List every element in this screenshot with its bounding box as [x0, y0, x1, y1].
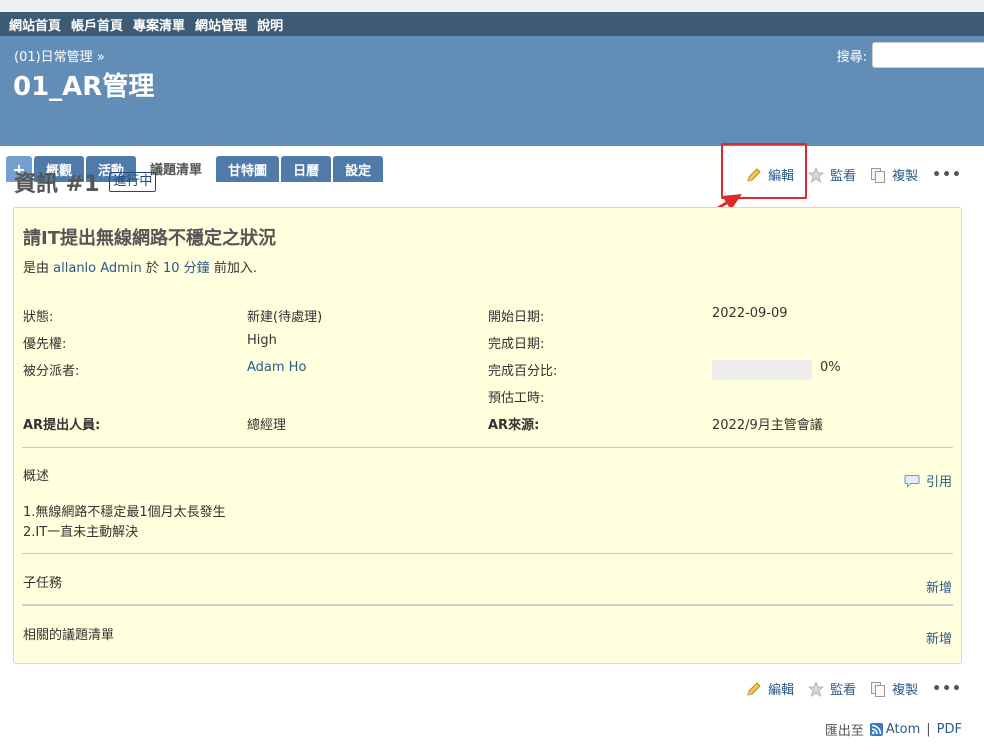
author-suffix: 前加入.: [213, 261, 257, 276]
divider: [22, 553, 953, 554]
relations-title: 相關的議題清單: [23, 628, 115, 643]
watch-button[interactable]: 監看: [808, 165, 856, 184]
divider: [22, 604, 953, 606]
start-date-label: 開始日期:: [488, 310, 545, 325]
copy-icon: [871, 681, 886, 697]
description-title: 概述: [23, 469, 50, 484]
top-menu: 網站首頁 帳戶首頁 專案清單 網站管理 說明: [0, 12, 984, 36]
export-label: 匯出至: [824, 724, 864, 739]
issue-title: 資訊 #1: [14, 172, 100, 197]
issue-actions-bottom: 編輯 監看 複製 •••: [732, 679, 962, 698]
ar-person-value: 總經理: [247, 418, 287, 433]
star-icon: [808, 680, 825, 697]
top-menu-projects[interactable]: 專案清單: [133, 15, 185, 34]
edit-button[interactable]: 編輯: [746, 679, 794, 698]
tab-settings[interactable]: 設定: [333, 156, 384, 182]
pencil-icon: [747, 681, 761, 696]
add-subtask-link[interactable]: 新增: [926, 577, 952, 596]
author-mid: 於: [145, 261, 159, 276]
created-time-link[interactable]: 10 分鐘: [163, 261, 210, 276]
more-actions-button[interactable]: •••: [932, 167, 962, 183]
assignee-label: 被分派者:: [23, 364, 80, 379]
separator: |: [926, 722, 931, 737]
top-menu-help[interactable]: 說明: [257, 15, 283, 34]
copy-icon: [871, 167, 886, 183]
author-line: 是由 allanlo Admin 於 10 分鐘 前加入.: [23, 257, 257, 276]
pdf-export-link[interactable]: PDF: [937, 722, 962, 737]
watch-label: 監看: [830, 169, 857, 184]
export-links: 匯出至 Atom | PDF: [825, 720, 962, 739]
search-input[interactable]: [872, 42, 984, 68]
ar-source-value: 2022/9月主管會議: [712, 418, 823, 433]
issue-heading: 資訊 #1 進行中: [14, 166, 157, 198]
top-menu-home[interactable]: 網站首頁: [9, 15, 61, 34]
edit-label: 編輯: [768, 683, 795, 698]
copy-label: 複製: [892, 683, 919, 698]
ar-source-label: AR來源:: [488, 418, 540, 433]
issue-details: 請IT提出無線網路不穩定之狀況 是由 allanlo Admin 於 10 分鐘…: [13, 207, 962, 664]
tab-gantt[interactable]: 甘特圖: [216, 156, 280, 182]
copy-label: 複製: [892, 169, 919, 184]
feed-icon: [869, 723, 883, 736]
ar-person-label: AR提出人員:: [23, 418, 101, 433]
done-ratio-value: 0%: [820, 360, 841, 375]
copy-button[interactable]: 複製: [870, 165, 918, 184]
copy-button[interactable]: 複製: [870, 679, 918, 698]
estimated-time-label: 預估工時:: [488, 391, 545, 406]
assignee-link[interactable]: Adam Ho: [247, 360, 306, 375]
tab-calendar[interactable]: 日曆: [281, 156, 332, 182]
due-date-label: 完成日期:: [488, 337, 545, 352]
top-menu-administration[interactable]: 網站管理: [195, 15, 247, 34]
more-actions-button[interactable]: •••: [932, 681, 962, 697]
project-title: 01_AR管理: [13, 72, 155, 102]
watch-button[interactable]: 監看: [808, 679, 856, 698]
description-line: 1.無線網路不穩定最1個月太長發生: [23, 505, 226, 520]
issue-subject: 請IT提出無線網路不穩定之狀況: [23, 228, 276, 249]
subtasks-title: 子任務: [23, 576, 63, 591]
author-prefix: 是由: [23, 261, 50, 276]
star-icon: [808, 166, 825, 183]
status-badge: 進行中: [109, 172, 157, 192]
top-strip: [0, 0, 984, 12]
priority-label: 優先權:: [23, 337, 67, 352]
start-date-value: 2022-09-09: [712, 306, 788, 321]
top-menu-my-page[interactable]: 帳戶首頁: [71, 15, 123, 34]
add-relation-link[interactable]: 新增: [926, 628, 952, 647]
author-link[interactable]: allanlo Admin: [53, 261, 142, 276]
done-ratio-label: 完成百分比:: [488, 364, 558, 379]
priority-value: High: [247, 333, 277, 348]
search-label: 搜尋:: [836, 49, 867, 65]
description-line: 2.IT一直未主動解決: [23, 525, 139, 540]
quote-label: 引用: [925, 475, 952, 490]
header: (01)日常管理 » 01_AR管理 搜尋: + 概觀 活動 議題清單 甘特圖 …: [0, 36, 984, 182]
watch-label: 監看: [830, 683, 857, 698]
status-label: 狀態:: [23, 310, 54, 325]
atom-export-link[interactable]: Atom: [886, 722, 920, 737]
status-value: 新建(待處理): [247, 310, 323, 325]
progress-bar: [712, 360, 812, 380]
comment-icon: [904, 474, 920, 488]
quick-search: 搜尋:: [837, 42, 984, 68]
breadcrumb[interactable]: (01)日常管理 »: [14, 46, 105, 65]
quote-button[interactable]: 引用: [904, 471, 952, 490]
divider: [22, 447, 953, 448]
